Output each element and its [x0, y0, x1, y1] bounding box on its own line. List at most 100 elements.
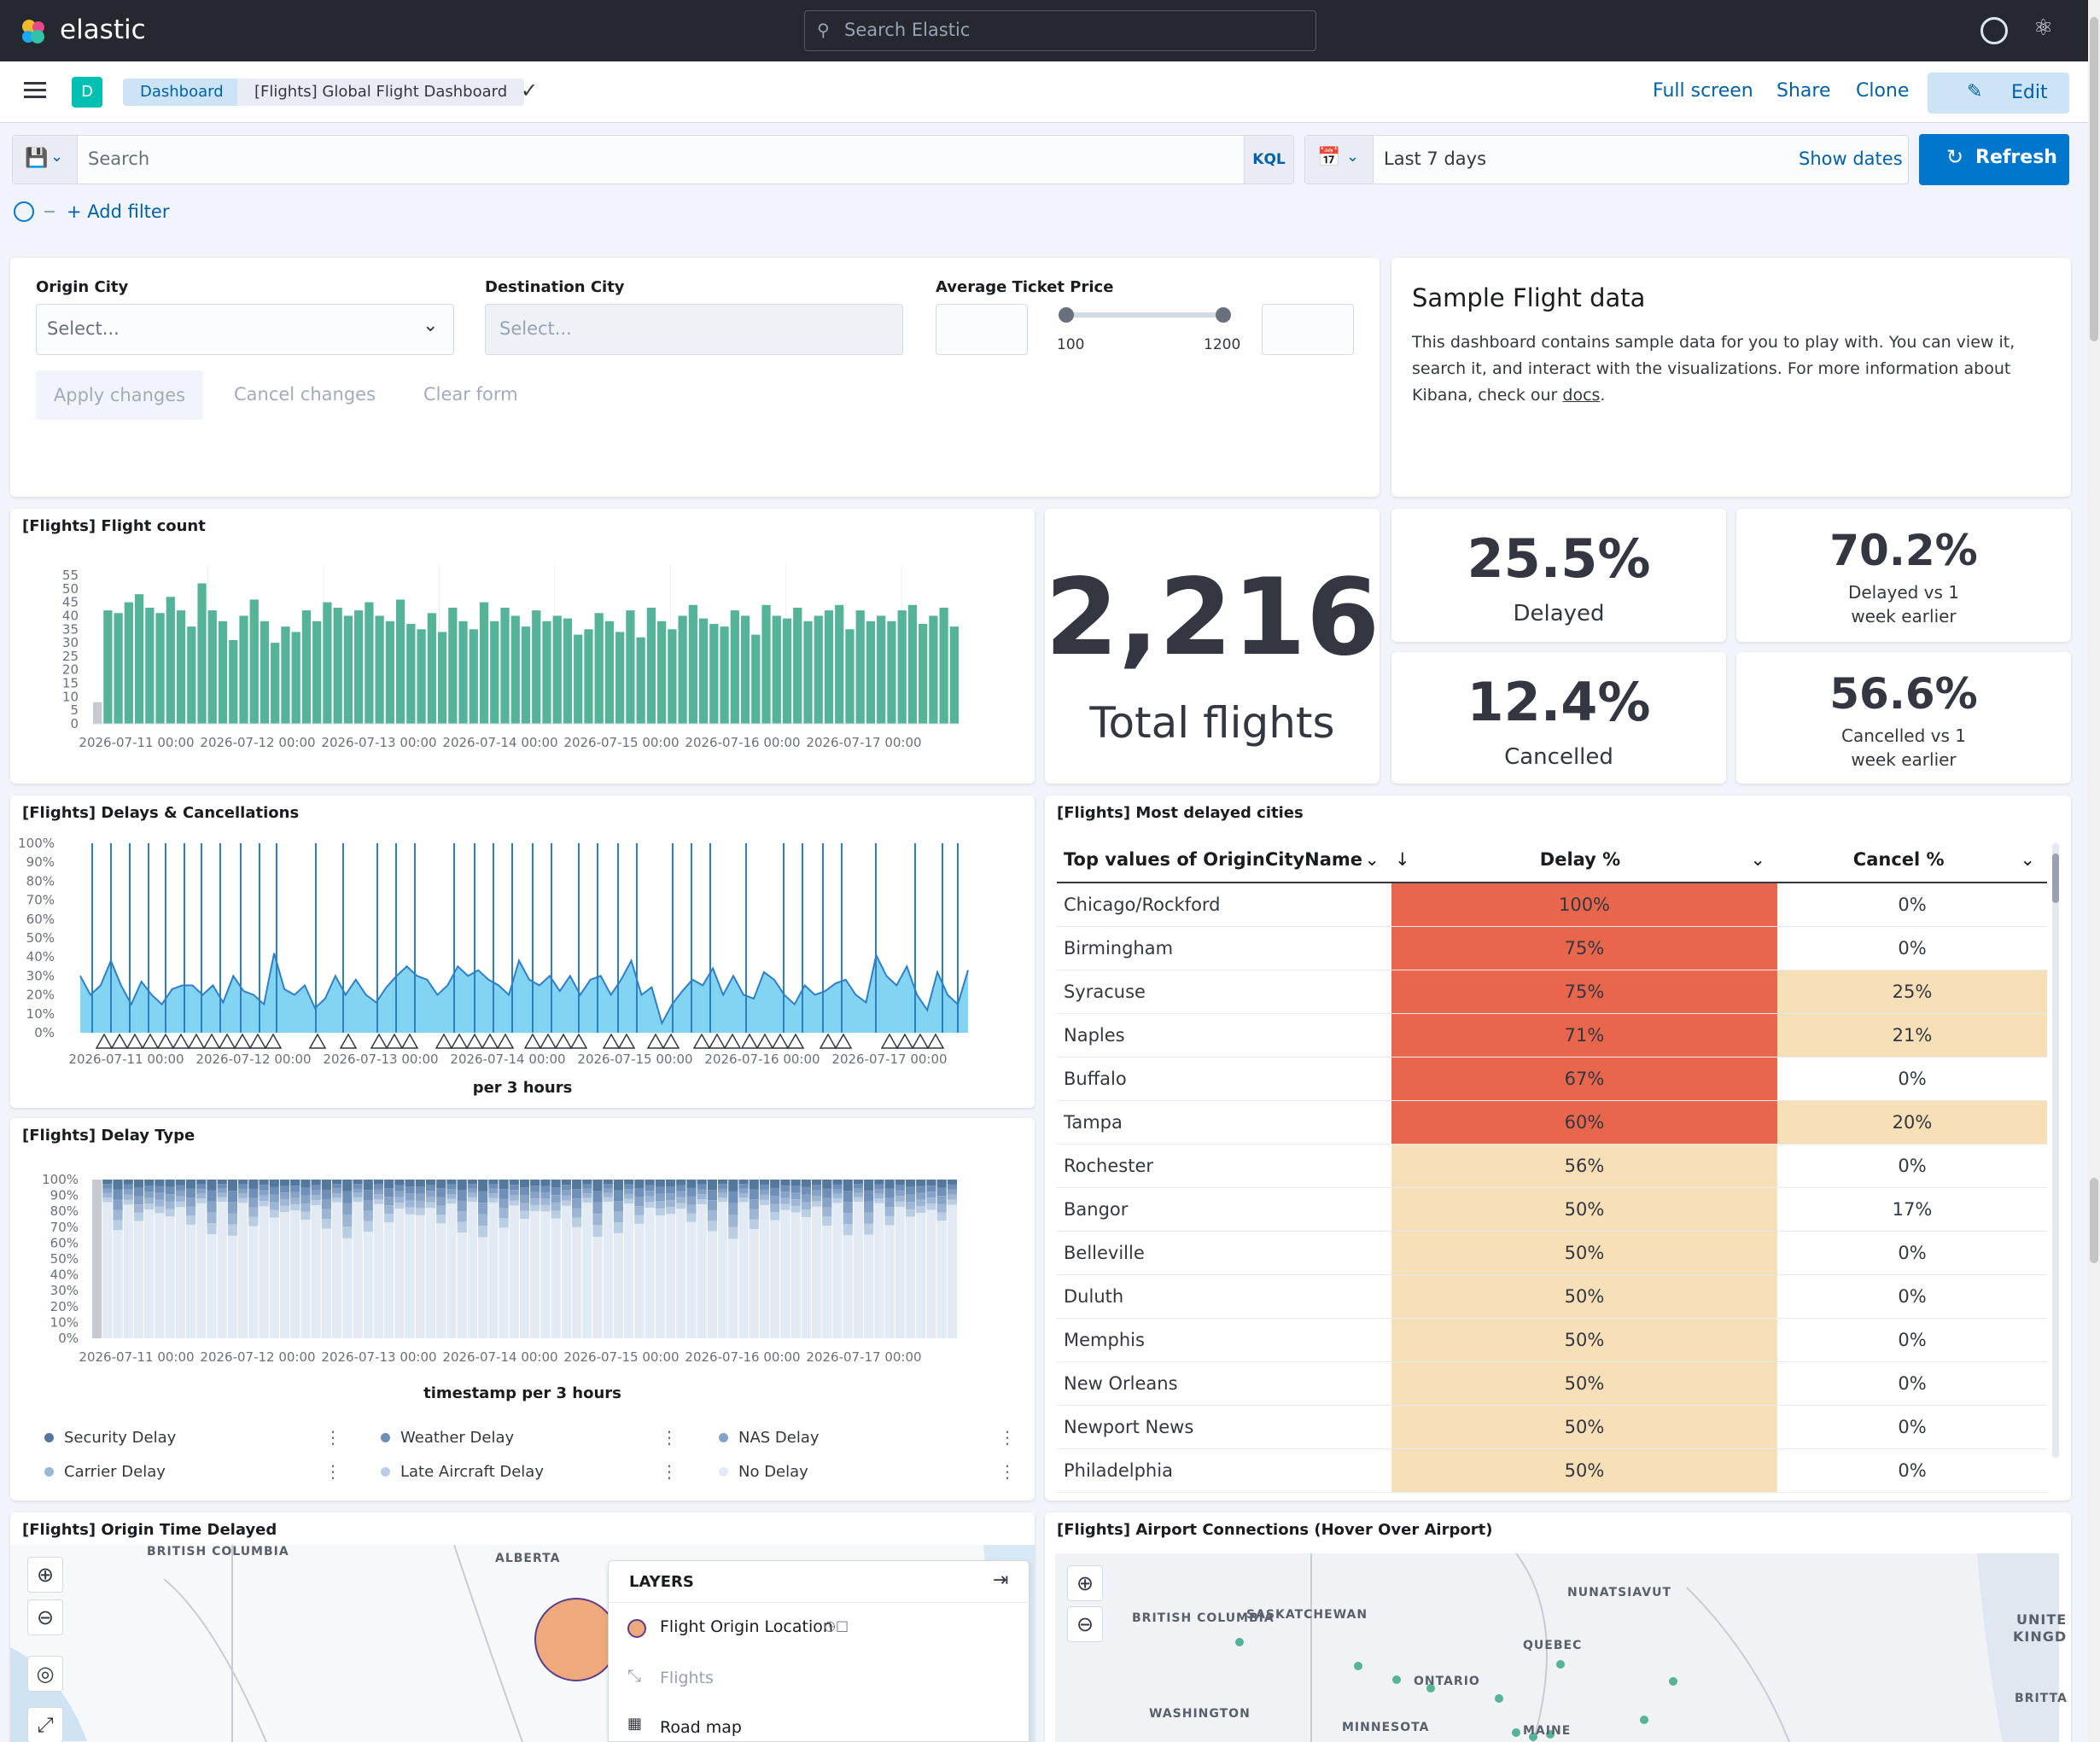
delay-type-segment [718, 1192, 728, 1198]
delay-type-segment [936, 1187, 947, 1197]
legend-item[interactable]: No Delay [719, 1463, 808, 1481]
show-dates-button[interactable]: Show dates [1799, 149, 1903, 169]
filter-icon[interactable] [14, 201, 34, 222]
table-scrollbar[interactable] [2052, 843, 2059, 1458]
zoom-out-icon[interactable]: ⊖ [1067, 1606, 1103, 1642]
delay-type-segment [655, 1201, 665, 1209]
origin-time-map[interactable]: BRITISH COLUMBIA ALBERTA ⊕ ⊖ ◎ ⤢ LAYERS … [10, 1545, 1035, 1742]
price-slider-min-handle[interactable] [1059, 307, 1074, 323]
delay-type-segment-no-delay [936, 1221, 947, 1338]
table-row[interactable]: Buffalo 67% 0% [1057, 1057, 2047, 1101]
airport-connections-map[interactable]: ⊕ ⊖ BRITISH COLUMBIA SASKATCHEWAN NUNATS… [1055, 1553, 2067, 1742]
delay-type-segment [728, 1215, 738, 1227]
page-scrollbar-thumb-secondary[interactable] [2090, 1178, 2098, 1263]
help-icon[interactable] [1980, 17, 2008, 44]
table-row[interactable]: Rochester 56% 0% [1057, 1144, 2047, 1188]
full-screen-button[interactable]: Full screen [1653, 80, 1753, 102]
breadcrumb-dashboard[interactable]: Dashboard [123, 79, 241, 106]
share-button[interactable]: Share [1776, 80, 1831, 102]
table-row[interactable]: Tampa 60% 20% [1057, 1100, 2047, 1145]
chevron-down-icon[interactable]: ⌄ [2020, 849, 2035, 870]
kql-toggle[interactable]: KQL [1244, 136, 1293, 184]
table-row[interactable]: Duluth 50% 0% [1057, 1274, 2047, 1319]
add-filter-button[interactable]: + Add filter [67, 201, 169, 222]
y-tick-label: 30 [62, 635, 79, 650]
sort-arrow-icon[interactable]: ↓ [1395, 849, 1410, 870]
zoom-in-icon[interactable]: ⊕ [1067, 1565, 1103, 1601]
column-header-city[interactable]: Top values of OriginCityName ⌄ [1057, 836, 1391, 883]
legend-menu-icon[interactable]: ⋮ [999, 1427, 1016, 1448]
destination-city-select[interactable]: Select... [485, 304, 903, 355]
table-row[interactable]: Bangor 50% 17% [1057, 1187, 2047, 1232]
elastic-logo-icon[interactable] [19, 17, 48, 46]
legend-item[interactable]: NAS Delay [719, 1429, 820, 1447]
layer-road-map[interactable]: ▦ Road map [619, 1704, 1020, 1742]
query-input[interactable]: Search [88, 149, 149, 169]
delay-type-segment [926, 1186, 936, 1192]
legend-menu-icon[interactable]: ⋮ [661, 1461, 678, 1482]
newsfeed-icon[interactable]: ⚛ [2033, 15, 2053, 41]
flight-count-chart[interactable]: 0510152025303540455055 2026-07-11 00:00 20… [10, 509, 1035, 784]
legend-menu-icon[interactable]: ⋮ [661, 1427, 678, 1448]
refresh-button[interactable]: ↻ Refresh [1919, 134, 2069, 185]
layer-flight-origin[interactable]: Flight Origin Location ◷□ [619, 1604, 1020, 1652]
locate-icon[interactable]: ◎ [27, 1656, 63, 1692]
menu-icon[interactable] [24, 82, 46, 99]
clone-button[interactable]: Clone [1856, 80, 1909, 102]
docs-link[interactable]: docs [1562, 386, 1600, 405]
table-row[interactable]: Belleville 50% 0% [1057, 1231, 2047, 1275]
annotation-marker-icon [308, 1033, 327, 1049]
delay-type-segment [905, 1180, 916, 1187]
layer-flights[interactable]: ⤡ Flights [619, 1653, 1020, 1701]
delay-type-segment-no-delay [864, 1234, 874, 1338]
legend-item[interactable]: Weather Delay [381, 1429, 514, 1447]
price-slider-max-handle[interactable] [1216, 307, 1231, 323]
cancel-changes-button[interactable]: Cancel changes [234, 384, 376, 405]
legend-menu-icon[interactable]: ⋮ [324, 1461, 341, 1482]
clear-form-button[interactable]: Clear form [423, 384, 518, 405]
delays-chart[interactable]: 0% 10% 20% 30% 40% 50% 60% 70% 80% 90% 100% 2026-07… [10, 795, 1035, 1108]
price-min-input[interactable] [936, 304, 1028, 355]
table-row[interactable]: Newport News 50% 0% [1057, 1405, 2047, 1449]
legend-item[interactable]: Security Delay [44, 1429, 176, 1447]
legend-item[interactable]: Carrier Delay [44, 1463, 166, 1481]
zoom-in-icon[interactable]: ⊕ [27, 1557, 63, 1593]
price-slider-track[interactable] [1067, 312, 1229, 318]
saved-query-menu[interactable]: 💾 ⌄ [13, 136, 78, 184]
table-row[interactable]: Chicago/Rockford 100% 0% [1057, 883, 2047, 927]
legend-menu-icon[interactable]: ⋮ [999, 1461, 1016, 1482]
quick-select-button[interactable]: 📅 ⌄ [1305, 136, 1374, 184]
fullscreen-icon[interactable]: ⤢ [27, 1707, 63, 1742]
table-row[interactable]: New Orleans 50% 0% [1057, 1361, 2047, 1406]
table-row[interactable]: Philadelphia 50% 0% [1057, 1448, 2047, 1493]
delay-type-segment [884, 1207, 895, 1216]
delay-type-segment [926, 1197, 936, 1204]
table-row[interactable]: Syracuse 75% 25% [1057, 970, 2047, 1014]
table-row[interactable]: Birmingham 75% 0% [1057, 926, 2047, 970]
price-max-input[interactable] [1262, 304, 1354, 355]
table-row[interactable]: Memphis 50% 0% [1057, 1318, 2047, 1362]
delay-type-segment [926, 1203, 936, 1210]
table-row[interactable]: Naples 71% 21% [1057, 1013, 2047, 1057]
origin-city-select[interactable]: Select... ⌄ [36, 304, 454, 355]
column-header-delay[interactable]: ↓ Delay % ⌄ [1391, 836, 1777, 883]
legend-item[interactable]: Late Aircraft Delay [381, 1463, 544, 1481]
edit-button[interactable]: ✎ Edit [1928, 73, 2069, 114]
legend-menu-icon[interactable]: ⋮ [324, 1427, 341, 1448]
chevron-down-icon[interactable]: ⌄ [1750, 849, 1765, 870]
time-range-label[interactable]: Last 7 days [1384, 149, 1486, 169]
annotation-marker-icon [172, 1033, 190, 1049]
zoom-out-icon[interactable]: ⊖ [27, 1599, 63, 1635]
y-tick-label: 40% [26, 949, 55, 964]
global-search-input[interactable]: ⚲ Search Elastic [804, 10, 1316, 51]
delay-type-segment [540, 1186, 551, 1192]
page-scrollbar-thumb[interactable] [2090, 17, 2098, 341]
annotation-marker-icon [819, 1033, 837, 1049]
apply-changes-button[interactable]: Apply changes [36, 370, 203, 420]
delay-type-chart[interactable]: 0%10%20%30%40%50%60%70%80%90%100% 2026-07… [10, 1118, 1035, 1374]
space-avatar[interactable]: D [72, 77, 102, 108]
chevron-down-icon[interactable]: ⌄ [1364, 849, 1380, 870]
page-scrollbar[interactable] [2088, 0, 2100, 1742]
column-header-cancel[interactable]: Cancel % ⌄ [1777, 836, 2047, 883]
collapse-layers-icon[interactable]: ⇥ [993, 1570, 1008, 1591]
